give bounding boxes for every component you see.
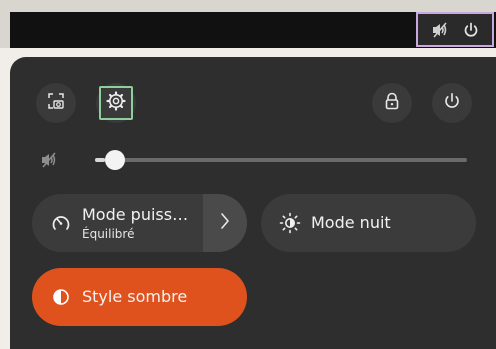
volume-slider-track[interactable]: [95, 158, 467, 162]
lock-button[interactable]: [372, 83, 412, 123]
night-mode-toggle[interactable]: Mode nuit: [261, 194, 476, 252]
volume-muted-icon: [431, 21, 449, 38]
night-light-icon: [279, 212, 301, 234]
system-tray[interactable]: [416, 12, 494, 47]
volume-muted-icon: [40, 152, 60, 172]
power-icon: [443, 92, 461, 114]
settings-button-highlight[interactable]: [99, 86, 133, 120]
lock-icon: [383, 92, 401, 114]
volume-slider-handle[interactable]: [105, 150, 125, 170]
screenshot-icon: [47, 92, 65, 114]
dark-style-label: Style sombre: [82, 287, 188, 306]
night-mode-label: Mode nuit: [311, 213, 391, 232]
power-mode-toggle: Mode puiss… Équilibré: [32, 194, 247, 252]
chevron-right-icon: [220, 212, 230, 234]
volume-slider-fill: [95, 158, 105, 162]
power-mode-button[interactable]: Mode puiss… Équilibré: [32, 194, 203, 252]
volume-slider-row: [32, 148, 472, 172]
power-mode-icon: [50, 212, 72, 234]
dark-style-toggle[interactable]: Style sombre: [32, 268, 247, 326]
power-mode-subtitle: Équilibré: [82, 226, 135, 241]
dark-style-icon: [50, 286, 72, 308]
power-icon: [463, 22, 479, 38]
power-mode-title: Mode puiss…: [82, 204, 189, 224]
power-button[interactable]: [432, 83, 472, 123]
gear-icon: [106, 91, 126, 115]
screenshot-button[interactable]: [36, 83, 76, 123]
power-mode-menu-button[interactable]: [203, 194, 247, 252]
